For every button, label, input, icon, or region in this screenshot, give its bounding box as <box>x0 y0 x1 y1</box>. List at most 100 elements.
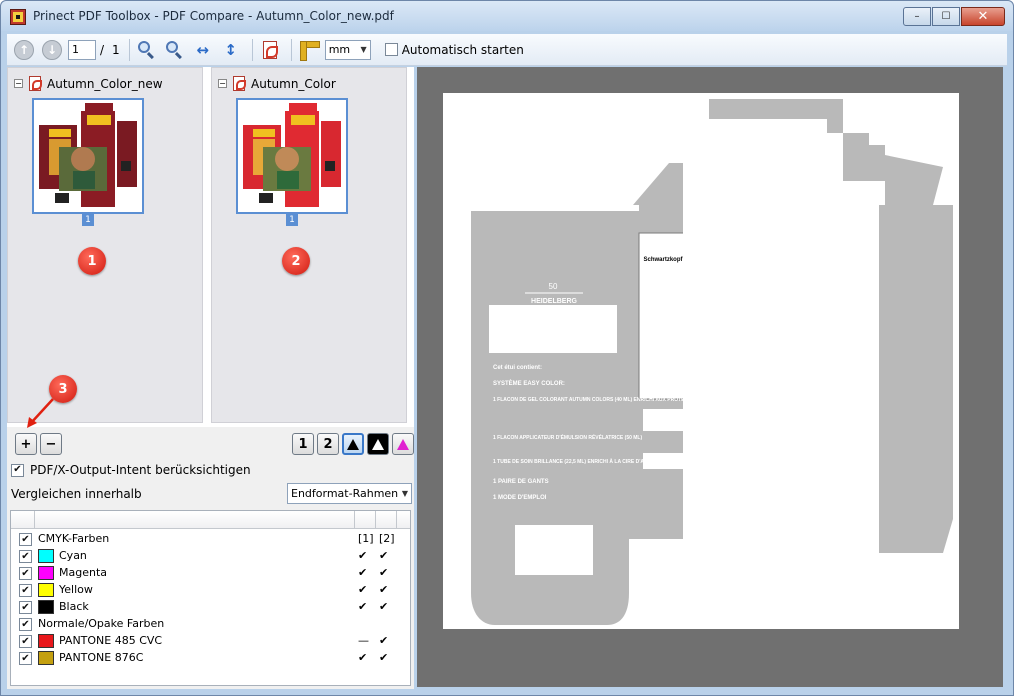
page-number-badge: 1 <box>82 214 94 226</box>
page-number-badge: 1 <box>286 214 298 226</box>
color-name: Black <box>59 600 89 613</box>
color-checkbox[interactable] <box>19 635 32 648</box>
add-document-button[interactable]: + <box>15 433 37 455</box>
page-thumbnail-2 <box>241 103 343 209</box>
maximize-button[interactable]: ☐ <box>932 7 960 26</box>
color-table-row[interactable]: PANTONE 485 CVC — ✔ <box>11 633 411 650</box>
document-1-status: ✔ <box>358 651 368 664</box>
document-1-status: — <box>358 634 369 647</box>
page-separator: / <box>100 42 105 57</box>
color-group-name: CMYK-Farben <box>38 532 110 545</box>
output-intent-label: PDF/X-Output-Intent berücksichtigen <box>30 463 251 477</box>
thumbnails-area: − Autumn_Color_new 1 1 − Autumn_Color 1 … <box>7 67 414 427</box>
ruler-button[interactable] <box>297 38 321 62</box>
triangle-outline-icon <box>372 438 384 450</box>
color-name: Yellow <box>59 583 93 596</box>
color-checkbox[interactable] <box>19 533 32 546</box>
window-title: Prinect PDF Toolbox - PDF Compare - Autu… <box>33 9 394 23</box>
color-table: CMYK-Farben [1] [2] Cyan ✔ ✔ Magenta ✔ ✔ Yellow ✔ ✔… <box>10 510 411 686</box>
contents-item-1: 1 FLACON DE GEL COLORANT AUTUMN COLORS (… <box>493 395 732 403</box>
view-document-2-button[interactable]: 2 <box>317 433 339 455</box>
color-checkbox[interactable] <box>19 652 32 665</box>
callout-marker-1: 1 <box>78 247 106 275</box>
view-separation-button[interactable] <box>392 433 414 455</box>
color-checkbox[interactable] <box>19 550 32 563</box>
document-2-status: ✔ <box>379 634 389 647</box>
color-name: Cyan <box>59 549 87 562</box>
document-1-thumbnail[interactable] <box>32 98 144 214</box>
collapse-toggle[interactable]: − <box>218 79 227 88</box>
preview-page: 50 HEIDELBERG Cet étui contient: SYSTÈME… <box>443 93 959 629</box>
ruler-icon <box>299 40 320 61</box>
color-table-row[interactable]: Black ✔ ✔ <box>11 599 411 616</box>
compare-within-select[interactable]: Endformat-Rahmen ▼ <box>287 483 412 504</box>
page-thumbnail-1 <box>37 103 139 209</box>
pdf-file-icon <box>29 76 42 91</box>
next-page-button[interactable]: ↓ <box>40 38 64 62</box>
toolbar-separator <box>128 38 130 61</box>
logo-text: HEIDELBERG <box>531 298 577 305</box>
contents-item-2: 1 FLACON APPLICATEUR D'ÉMULSION RÉVÉLATR… <box>493 433 642 441</box>
close-button[interactable]: ✕ <box>961 7 1005 26</box>
collapse-toggle[interactable]: − <box>14 79 23 88</box>
previous-page-button[interactable]: ↑ <box>12 38 36 62</box>
remove-document-button[interactable]: − <box>40 433 62 455</box>
document-1-status: ✔ <box>358 600 368 613</box>
document-2-status: ✔ <box>379 651 389 664</box>
fit-width-icon: ↔ <box>196 40 209 59</box>
unit-select[interactable]: mm ▼ <box>324 39 371 60</box>
minimize-button[interactable]: – <box>903 7 931 26</box>
column-2-header: [2] <box>379 532 395 545</box>
open-pdf-button[interactable] <box>258 38 282 62</box>
document-2-status: ✔ <box>379 566 389 579</box>
page-number-input[interactable] <box>68 39 96 60</box>
color-checkbox[interactable] <box>19 618 32 631</box>
app-window: Prinect PDF Toolbox - PDF Compare - Autu… <box>0 0 1014 696</box>
box-title: COUVIE BLANC <box>641 239 686 245</box>
color-table-row[interactable]: Normale/Opake Farben <box>11 616 411 633</box>
contents-item-5: 1 MODE D'EMPLOI <box>493 495 547 501</box>
document-1-status: ✔ <box>358 583 368 596</box>
arrow-up-icon: ↑ <box>14 39 34 60</box>
app-icon <box>10 9 26 25</box>
color-table-row[interactable]: Magenta ✔ ✔ <box>11 565 411 582</box>
fit-height-icon: ↕ <box>224 40 237 59</box>
pdf-file-icon <box>233 76 246 91</box>
document-2-thumbnail[interactable] <box>236 98 348 214</box>
autostart-checkbox[interactable] <box>384 43 398 56</box>
fit-width-button[interactable]: ↔ <box>191 38 215 62</box>
compare-within-label: Vergleichen innerhalb <box>11 487 142 501</box>
view-document-1-button[interactable]: 1 <box>292 433 314 455</box>
zoom-in-button[interactable] <box>135 38 159 62</box>
zoom-out-button[interactable] <box>163 38 187 62</box>
title-bar: Prinect PDF Toolbox - PDF Compare - Autu… <box>1 1 1013 31</box>
color-table-row[interactable]: PANTONE 876C ✔ ✔ <box>11 650 411 667</box>
output-intent-checkbox[interactable] <box>11 463 24 477</box>
color-table-row[interactable]: CMYK-Farben [1] [2] <box>11 531 411 548</box>
color-group-name: Normale/Opake Farben <box>38 617 165 630</box>
color-checkbox[interactable] <box>19 584 32 597</box>
toolbar: ↑ ↓ / 1 ↔ ↕ mm ▼ <box>7 34 1007 66</box>
document-1-status: ✔ <box>358 566 368 579</box>
logo-number: 50 <box>549 282 558 291</box>
autostart-label: Automatisch starten <box>401 42 524 57</box>
color-swatch <box>38 549 54 563</box>
color-swatch <box>38 583 54 597</box>
color-table-row[interactable]: Cyan ✔ ✔ <box>11 548 411 565</box>
document-2-status: ✔ <box>379 583 389 596</box>
zoom-out-icon <box>165 40 184 59</box>
view-difference-button[interactable] <box>367 433 389 455</box>
fit-height-button[interactable]: ↕ <box>219 38 243 62</box>
magenta-triangle-icon <box>397 438 409 450</box>
color-checkbox[interactable] <box>19 601 32 614</box>
contents-item-4: 1 PAIRE DE GANTS <box>493 479 549 485</box>
document-2-status: ✔ <box>379 549 389 562</box>
color-swatch <box>38 634 54 648</box>
color-swatch <box>38 566 54 580</box>
view-overlay-button[interactable] <box>342 433 364 455</box>
color-checkbox[interactable] <box>19 567 32 580</box>
page-total: 1 <box>112 42 120 57</box>
color-table-row[interactable]: Yellow ✔ ✔ <box>11 582 411 599</box>
zoom-in-icon <box>137 40 156 59</box>
color-name: PANTONE 485 CVC <box>59 634 163 647</box>
